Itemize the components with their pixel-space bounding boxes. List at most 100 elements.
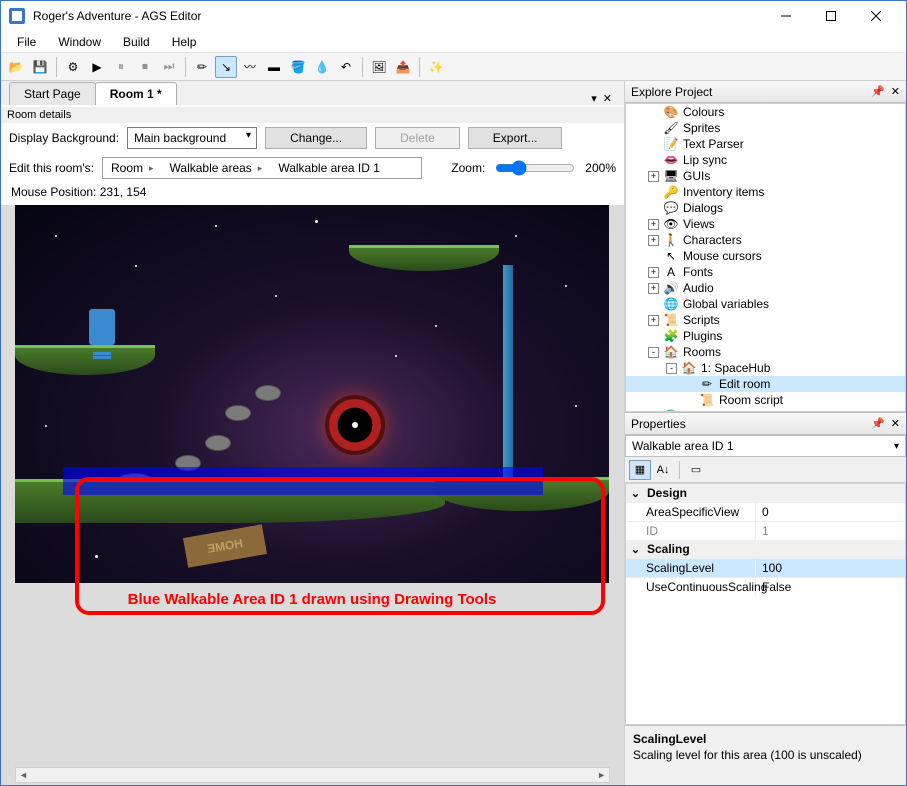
main-toolbar: 📂 💾 ⚙ ▶ ⏸ ⏹ ⏭ ✏ ↘ 〰 ▬ 🪣 💧 ↶ 🖼 📤 ✨ [1, 53, 906, 81]
menu-help[interactable]: Help [162, 33, 207, 51]
tree-item[interactable]: 👄Lip sync [626, 152, 905, 168]
tree-item[interactable]: +🔊Audio [626, 280, 905, 296]
crumb-room[interactable]: Room [111, 161, 143, 175]
property-name: ScalingLevel [626, 559, 756, 577]
tree-item[interactable]: +🚶Characters [626, 232, 905, 248]
expand-icon[interactable]: + [648, 235, 659, 246]
select-tool-icon[interactable]: ✏ [191, 56, 213, 78]
pin-icon[interactable]: 📌 [871, 85, 885, 98]
undo-icon[interactable]: ↶ [335, 56, 357, 78]
property-grid[interactable]: ⌄DesignAreaSpecificView0ID1⌄ScalingScali… [625, 483, 906, 725]
run-icon[interactable]: ▶ [86, 56, 108, 78]
titlebar: Roger's Adventure - AGS Editor [1, 1, 906, 31]
tab-room-1[interactable]: Room 1 * [95, 82, 177, 105]
stop-icon[interactable]: ⏹ [134, 56, 156, 78]
property-object-select[interactable]: Walkable area ID 1 [625, 435, 906, 457]
tree-item[interactable]: 🖌Sprites [626, 120, 905, 136]
freehand-tool-icon[interactable]: 〰 [239, 56, 261, 78]
property-value[interactable]: 0 [756, 503, 905, 521]
horizontal-scrollbar[interactable] [15, 767, 610, 783]
tree-node-label: Edit room [719, 377, 770, 391]
tree-item[interactable]: 🎨Colours [626, 104, 905, 120]
property-value[interactable]: False [756, 578, 905, 596]
line-tool-icon[interactable]: ↘ [215, 56, 237, 78]
expand-icon[interactable]: + [648, 283, 659, 294]
eyedrop-tool-icon[interactable]: 💧 [311, 56, 333, 78]
tree-item[interactable]: 📜Room script [626, 392, 905, 408]
tree-item[interactable]: 🧩Plugins [626, 328, 905, 344]
open-icon[interactable]: 📂 [5, 56, 27, 78]
property-value[interactable]: 100 [756, 559, 905, 577]
tree-item[interactable]: +AFonts [626, 264, 905, 280]
expand-icon[interactable]: + [648, 315, 659, 326]
expand-icon[interactable]: + [648, 219, 659, 230]
minimize-button[interactable] [763, 2, 808, 30]
step-icon[interactable]: ⏭ [158, 56, 180, 78]
property-value[interactable]: 1 [756, 522, 905, 540]
build-icon[interactable]: ⚙ [62, 56, 84, 78]
pause-icon[interactable]: ⏸ [110, 56, 132, 78]
maximize-button[interactable] [808, 2, 853, 30]
property-category[interactable]: ⌄Scaling [626, 540, 905, 558]
crumb-walkable-id[interactable]: Walkable area ID 1 [278, 161, 380, 175]
menu-build[interactable]: Build [113, 33, 160, 51]
properties-title: Properties [631, 417, 686, 431]
categorize-icon[interactable]: ▦ [629, 460, 651, 480]
tree-item[interactable]: 💬Dialogs [626, 200, 905, 216]
panel-close-icon[interactable]: ✕ [891, 417, 900, 430]
room-details-label: Room details [1, 107, 624, 123]
pin-icon[interactable]: 📌 [871, 417, 885, 430]
tree-item[interactable]: +🌍Translations [626, 408, 905, 412]
tree-node-icon: 🖥 [663, 168, 679, 184]
property-row[interactable]: ID1 [626, 521, 905, 540]
tree-item[interactable]: -🏠Rooms [626, 344, 905, 360]
crumb-walkable-areas[interactable]: Walkable areas [170, 161, 252, 175]
annotation-text: Blue Walkable Area ID 1 drawn using Draw… [15, 591, 609, 608]
settings-icon[interactable]: ✨ [425, 56, 447, 78]
expand-icon[interactable]: - [648, 347, 659, 358]
change-bg-button[interactable]: Change... [265, 127, 367, 149]
tab-menu-dropdown-icon[interactable]: ▾ [591, 92, 597, 105]
delete-bg-button[interactable]: Delete [375, 127, 460, 149]
property-row[interactable]: AreaSpecificView0 [626, 502, 905, 521]
export-bg-icon[interactable]: 📤 [392, 56, 414, 78]
zoom-slider[interactable] [495, 160, 575, 176]
background-select[interactable]: Main background [127, 127, 257, 149]
tree-item[interactable]: +📜Scripts [626, 312, 905, 328]
tree-item[interactable]: 🌐Global variables [626, 296, 905, 312]
property-row[interactable]: ScalingLevel100 [626, 558, 905, 577]
tree-item[interactable]: +🖥GUIs [626, 168, 905, 184]
tree-item[interactable]: ↖Mouse cursors [626, 248, 905, 264]
tree-item[interactable]: 📝Text Parser [626, 136, 905, 152]
save-icon[interactable]: 💾 [29, 56, 51, 78]
menu-file[interactable]: File [7, 33, 46, 51]
export-bg-button[interactable]: Export... [468, 127, 563, 149]
expand-icon[interactable]: + [648, 411, 659, 413]
property-row[interactable]: UseContinuousScalingFalse [626, 577, 905, 596]
tree-item[interactable]: 🔑Inventory items [626, 184, 905, 200]
tree-item[interactable]: -🏠1: SpaceHub [626, 360, 905, 376]
edit-room-label: Edit this room's: [9, 161, 94, 175]
tree-item[interactable]: +👁Views [626, 216, 905, 232]
property-pages-icon[interactable]: ▭ [685, 460, 707, 480]
panel-close-icon[interactable]: ✕ [891, 85, 900, 98]
sort-az-icon[interactable]: A↓ [652, 460, 674, 480]
expand-icon[interactable]: + [648, 267, 659, 278]
project-tree[interactable]: 🎨Colours🖌Sprites📝Text Parser👄Lip sync+🖥G… [625, 103, 906, 412]
fill-tool-icon[interactable]: 🪣 [287, 56, 309, 78]
rect-tool-icon[interactable]: ▬ [263, 56, 285, 78]
menu-window[interactable]: Window [48, 33, 111, 51]
import-bg-icon[interactable]: 🖼 [368, 56, 390, 78]
breadcrumb[interactable]: Room▸ Walkable areas▸ Walkable area ID 1 [102, 157, 422, 179]
expand-icon[interactable]: + [648, 171, 659, 182]
expand-icon[interactable]: - [666, 363, 677, 374]
property-category[interactable]: ⌄Design [626, 484, 905, 502]
close-button[interactable] [853, 2, 898, 30]
tab-close-icon[interactable]: ✕ [603, 92, 612, 105]
tree-node-label: Scripts [683, 313, 720, 327]
room-canvas-viewport[interactable]: HOME Blue Walkable Area ID 1 drawn using… [1, 205, 624, 785]
explore-title: Explore Project [631, 85, 712, 99]
tree-item[interactable]: ✏Edit room [626, 376, 905, 392]
tab-start-page[interactable]: Start Page [9, 82, 96, 105]
tree-node-icon: 🚶 [663, 232, 679, 248]
